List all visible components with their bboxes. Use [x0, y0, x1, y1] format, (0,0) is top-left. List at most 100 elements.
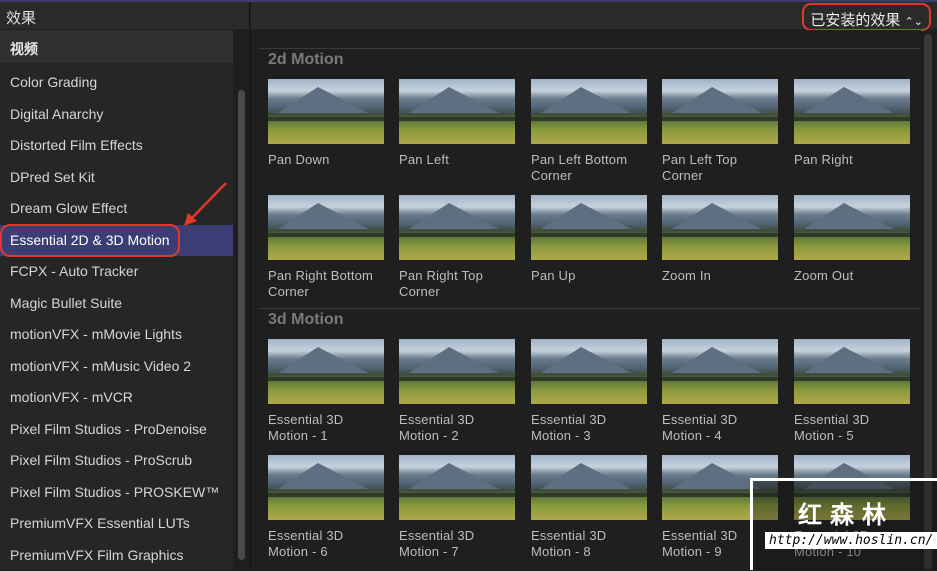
effect-label: Essential 3D Motion - 2: [399, 412, 515, 444]
effect-label-line: Motion - 8: [531, 544, 591, 559]
effect-label: Pan Left Bottom Corner: [531, 152, 647, 184]
effect-thumbnail[interactable]: [531, 195, 647, 260]
effect-tile[interactable]: Zoom In: [662, 195, 778, 284]
effect-label-line: Essential 3D: [399, 528, 475, 543]
up-down-chevron-icon: ⌃⌄: [904, 16, 923, 28]
effects-title: 效果: [0, 2, 250, 29]
effect-thumbnail[interactable]: [268, 455, 384, 520]
effect-label-line: Essential 3D: [531, 412, 607, 427]
effect-label: Essential 3D Motion - 5: [794, 412, 910, 444]
effect-tile[interactable]: Pan Right Top Corner: [399, 195, 515, 300]
sidebar-item[interactable]: Color Grading: [0, 67, 233, 98]
effect-thumbnail[interactable]: [794, 339, 910, 404]
sidebar-item[interactable]: motionVFX - mVCR: [0, 382, 233, 413]
effect-thumbnail[interactable]: [531, 79, 647, 144]
effect-label: Pan Right Bottom Corner: [268, 268, 384, 300]
effect-label: Zoom Out: [794, 268, 910, 284]
effect-thumbnail[interactable]: [794, 195, 910, 260]
effect-tile[interactable]: Essential 3D Motion - 5: [794, 339, 910, 444]
effect-label: Essential 3D Motion - 7: [399, 528, 515, 560]
effect-thumbnail[interactable]: [662, 339, 778, 404]
effect-thumbnail[interactable]: [268, 195, 384, 260]
effect-label-line: Pan Right Bottom: [268, 268, 374, 283]
effect-label-line: Motion - 7: [399, 544, 459, 559]
effect-thumbnail[interactable]: [531, 339, 647, 404]
effect-label-line: Pan Left Bottom: [531, 152, 628, 167]
effect-label-line: Motion - 3: [531, 428, 591, 443]
effect-tile[interactable]: Pan Right Bottom Corner: [268, 195, 384, 300]
effect-tile[interactable]: Pan Right: [794, 79, 910, 168]
effect-label-line: Motion - 6: [268, 544, 328, 559]
effect-tile[interactable]: Essential 3D Motion - 7: [399, 455, 515, 560]
effect-thumbnail[interactable]: [399, 195, 515, 260]
sidebar-item[interactable]: motionVFX - mMovie Lights: [0, 319, 233, 350]
effect-tile[interactable]: Essential 3D Motion - 6: [268, 455, 384, 560]
watermark-logo: 红森林: [798, 502, 894, 529]
effect-thumbnail[interactable]: [794, 79, 910, 144]
sidebar-item[interactable]: PremiumVFX Film Graphics: [0, 540, 233, 571]
sidebar-item[interactable]: motionVFX - mMusic Video 2: [0, 351, 233, 382]
effect-thumbnail[interactable]: [399, 339, 515, 404]
effect-label-line: Pan Right: [794, 152, 853, 167]
sidebar-item[interactable]: Distorted Film Effects: [0, 130, 233, 161]
effect-tile[interactable]: Pan Down: [268, 79, 384, 168]
sidebar-scroll-thumb[interactable]: [238, 90, 245, 560]
effect-thumbnail[interactable]: [662, 195, 778, 260]
effect-label-line: Essential 3D: [268, 412, 344, 427]
effect-label-line: Motion - 4: [662, 428, 722, 443]
effect-label-line: Essential 3D: [662, 412, 738, 427]
sidebar-item[interactable]: FCPX - Auto Tracker: [0, 256, 233, 287]
effect-tile[interactable]: Essential 3D Motion - 8: [531, 455, 647, 560]
effect-label: Pan Left: [399, 152, 515, 168]
effect-tile[interactable]: Essential 3D Motion - 2: [399, 339, 515, 444]
effect-label: Essential 3D Motion - 4: [662, 412, 778, 444]
effect-label-line: Pan Left Top: [662, 152, 738, 167]
effect-label-line: Motion - 5: [794, 428, 854, 443]
effect-label-line: Corner: [662, 168, 703, 183]
dropdown-label: 已安装的效果: [810, 12, 901, 29]
watermark: 红森林 http://www.hoslin.cn/: [750, 478, 937, 570]
effect-thumbnail[interactable]: [268, 339, 384, 404]
effect-label-line: Corner: [268, 284, 309, 299]
effect-label-line: Motion - 2: [399, 428, 459, 443]
effect-label: Essential 3D Motion - 1: [268, 412, 384, 444]
effect-thumbnail[interactable]: [531, 455, 647, 520]
effect-label-line: Pan Right Top: [399, 268, 484, 283]
effect-label: Pan Down: [268, 152, 384, 168]
sidebar-item[interactable]: Pixel Film Studios - ProScrub: [0, 445, 233, 476]
effect-thumbnail[interactable]: [399, 79, 515, 144]
effect-label-line: Corner: [399, 284, 440, 299]
effect-tile[interactable]: Pan Left Top Corner: [662, 79, 778, 184]
effect-label: Pan Left Top Corner: [662, 152, 778, 184]
effect-label-line: Pan Down: [268, 152, 330, 167]
effect-thumbnail[interactable]: [662, 79, 778, 144]
effect-tile[interactable]: Pan Left Bottom Corner: [531, 79, 647, 184]
effect-label-line: Zoom Out: [794, 268, 854, 283]
sidebar-item[interactable]: Digital Anarchy: [0, 99, 233, 130]
effect-tile[interactable]: Zoom Out: [794, 195, 910, 284]
effect-label: Pan Right Top Corner: [399, 268, 515, 300]
effect-tile[interactable]: Essential 3D Motion - 1: [268, 339, 384, 444]
sidebar-item[interactable]: Pixel Film Studios - ProDenoise: [0, 414, 233, 445]
effect-label: Zoom In: [662, 268, 778, 284]
installed-effects-dropdown[interactable]: 已安装的效果 ⌃⌄: [802, 3, 931, 31]
category-sidebar: 视频 Color Grading Digital Anarchy Distorted…: [0, 30, 233, 570]
section-title: 3d Motion: [268, 311, 344, 328]
annotation-arrow-icon: [184, 182, 227, 226]
effect-tile[interactable]: Essential 3D Motion - 3: [531, 339, 647, 444]
effect-label: Pan Right: [794, 152, 910, 168]
effect-label: Essential 3D Motion - 3: [531, 412, 647, 444]
sidebar-item[interactable]: PremiumVFX Essential LUTs: [0, 508, 233, 539]
effect-tile[interactable]: Essential 3D Motion - 4: [662, 339, 778, 444]
effect-thumbnail[interactable]: [268, 79, 384, 144]
effect-thumbnail[interactable]: [399, 455, 515, 520]
section-title: 2d Motion: [268, 51, 344, 68]
sidebar-item[interactable]: Pixel Film Studios - PROSKEW™: [0, 477, 233, 508]
effect-label-line: Pan Left: [399, 152, 450, 167]
effect-label-line: Essential 3D: [399, 412, 475, 427]
sidebar-item[interactable]: Magic Bullet Suite: [0, 288, 233, 319]
effect-tile[interactable]: Pan Left: [399, 79, 515, 168]
sidebar-category-video[interactable]: 视频: [0, 30, 233, 63]
effect-tile[interactable]: Pan Up: [531, 195, 647, 284]
effect-label: Essential 3D Motion - 8: [531, 528, 647, 560]
